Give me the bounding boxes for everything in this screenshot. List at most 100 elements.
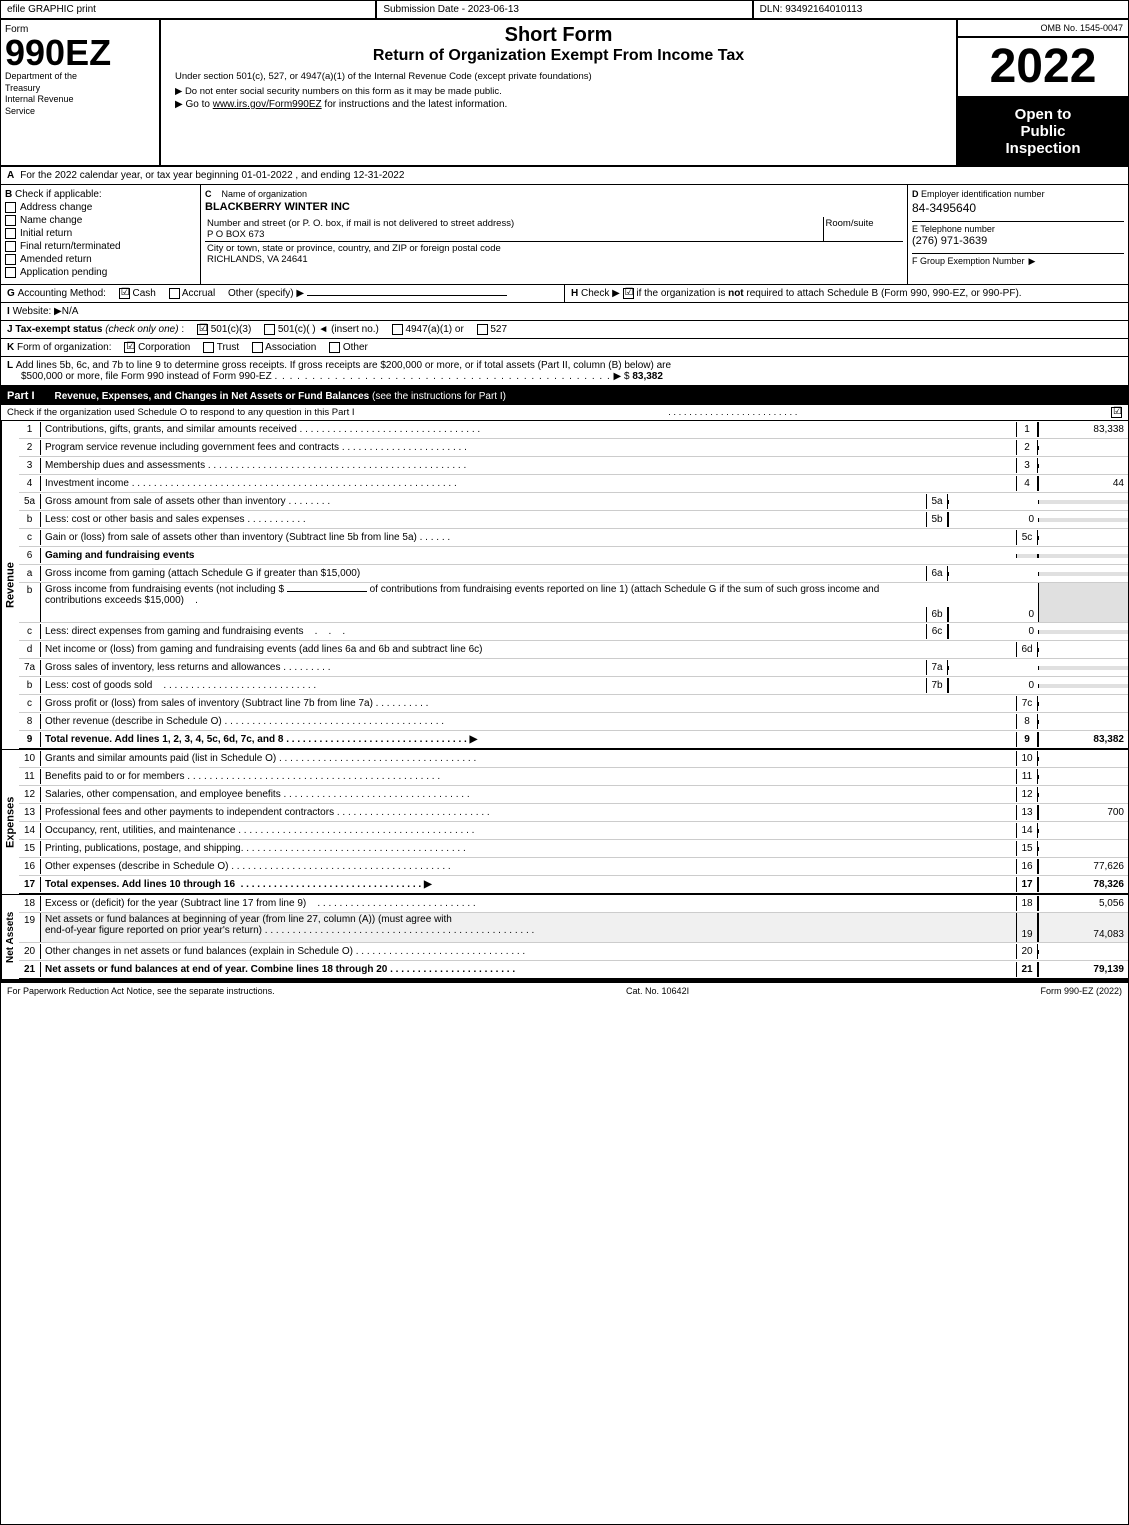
final-return-checkbox[interactable]	[5, 241, 16, 252]
row5a-value	[1038, 500, 1128, 504]
row1-num: 1	[19, 422, 41, 437]
checkbox-address-change[interactable]: Address change	[5, 202, 196, 213]
row5b-label: Less: cost or other basis and sales expe…	[41, 513, 926, 526]
j-527-label: 527	[490, 324, 507, 335]
cash-checkbox-row[interactable]: ☑ Cash	[119, 288, 159, 299]
row7c-linenum: 7c	[1016, 696, 1038, 711]
row7a-value	[1038, 666, 1128, 670]
section-k-text: Form of organization:	[17, 342, 112, 353]
j-501c3-checkbox[interactable]: ☑	[197, 324, 208, 335]
row6c-subvalue: 0	[948, 624, 1038, 639]
app-pending-label: Application pending	[20, 267, 107, 278]
row5c-value	[1038, 536, 1128, 540]
row3-num: 3	[19, 458, 41, 473]
instruction1: Under section 501(c), 527, or 4947(a)(1)…	[175, 71, 942, 82]
schedule-o-checkbox[interactable]: ☑	[1111, 407, 1122, 418]
j-527-checkbox[interactable]	[477, 324, 488, 335]
row21-value: 79,139	[1038, 962, 1128, 977]
j-4947-row[interactable]: 4947(a)(1) or	[392, 324, 467, 335]
accrual-checkbox[interactable]	[169, 288, 180, 299]
initial-return-checkbox[interactable]	[5, 228, 16, 239]
row10-linenum: 10	[1016, 751, 1038, 766]
k-other-checkbox[interactable]	[329, 342, 340, 353]
revenue-side-label: Revenue	[1, 421, 19, 749]
public-text: Public	[963, 123, 1123, 140]
j-527-row[interactable]: 527	[477, 324, 507, 335]
row3-value	[1038, 464, 1128, 468]
ein-value: 84-3495640	[912, 201, 1124, 215]
row7b-label: Less: cost of goods sold . . . . . . . .…	[41, 679, 926, 692]
row3-linenum: 3	[1016, 458, 1038, 473]
checkbox-initial-return[interactable]: Initial return	[5, 228, 196, 239]
k-trust-label: Trust	[217, 342, 239, 353]
org-name: BLACKBERRY WINTER INC	[205, 201, 903, 213]
address-change-checkbox[interactable]	[5, 202, 16, 213]
row9-value: 83,382	[1038, 732, 1128, 747]
row6c-subnum: 6c	[926, 624, 948, 639]
row6c-num: c	[19, 624, 41, 639]
j-501c-checkbox[interactable]	[264, 324, 275, 335]
part1-title: Revenue, Expenses, and Changes in Net As…	[55, 391, 506, 402]
row7a-label: Gross sales of inventory, less returns a…	[41, 661, 926, 674]
omb-number: OMB No. 1545-0047	[958, 20, 1128, 38]
row10-value	[1038, 757, 1128, 761]
k-corp-checkbox[interactable]: ☑	[124, 342, 135, 353]
dept-info: Department of the Treasury Internal Reve…	[5, 71, 77, 118]
row21-linenum: 21	[1016, 962, 1038, 977]
open-inspection-box: Open to Public Inspection	[958, 98, 1128, 165]
row13-value: 700	[1038, 805, 1128, 820]
checkbox-name-change[interactable]: Name change	[5, 215, 196, 226]
row17-num: 17	[19, 877, 41, 892]
accrual-checkbox-row[interactable]: Accrual	[169, 288, 218, 299]
row12-linenum: 12	[1016, 787, 1038, 802]
row11-num: 11	[19, 769, 41, 784]
row7b-subnum: 7b	[926, 678, 948, 693]
row4-num: 4	[19, 476, 41, 491]
section-a-label: A	[7, 170, 14, 181]
k-other-row[interactable]: Other	[329, 342, 368, 353]
name-change-checkbox[interactable]	[5, 215, 16, 226]
initial-return-label: Initial return	[20, 228, 72, 239]
section-h-text: Check ▶	[581, 288, 623, 299]
amended-return-checkbox[interactable]	[5, 254, 16, 265]
other-specify-field[interactable]	[307, 295, 507, 296]
tax-year: 2022	[958, 38, 1128, 98]
row6b-num: b	[19, 583, 41, 622]
k-trust-checkbox[interactable]	[203, 342, 214, 353]
row2-value	[1038, 446, 1128, 450]
row14-linenum: 14	[1016, 823, 1038, 838]
checkbox-final-return[interactable]: Final return/terminated	[5, 241, 196, 252]
app-pending-checkbox[interactable]	[5, 267, 16, 278]
row1-linenum: 1	[1016, 422, 1038, 437]
row15-value	[1038, 847, 1128, 851]
accounting-method-label: Accounting Method:	[18, 288, 106, 299]
j-501c-row[interactable]: 501(c)( ) ◄ (insert no.)	[264, 324, 382, 335]
form-ref: Form 990-EZ (2022)	[1040, 986, 1122, 996]
section-l-label: L	[7, 360, 16, 371]
part1-label: Part I	[7, 390, 35, 402]
section-h-label: H	[571, 288, 581, 299]
j-4947-checkbox[interactable]	[392, 324, 403, 335]
row5a-subnum: 5a	[926, 494, 948, 509]
row5b-num: b	[19, 512, 41, 527]
checkbox-amended-return[interactable]: Amended return	[5, 254, 196, 265]
k-corp-row[interactable]: ☑ Corporation	[124, 342, 193, 353]
k-assoc-checkbox[interactable]	[252, 342, 263, 353]
row9-num: 9	[19, 732, 41, 747]
row21-num: 21	[19, 962, 41, 977]
row5a-subvalue	[948, 500, 1038, 504]
k-assoc-row[interactable]: Association	[252, 342, 319, 353]
row19-label: Net assets or fund balances at beginning…	[41, 913, 1016, 942]
row9-label: Total revenue. Add lines 1, 2, 3, 4, 5c,…	[41, 733, 1016, 746]
h-checkbox[interactable]: ☑	[623, 288, 634, 299]
k-trust-row[interactable]: Trust	[203, 342, 242, 353]
row6a-value	[1038, 572, 1128, 576]
section-i-text: Website: ▶N/A	[13, 306, 79, 317]
row6a-label: Gross income from gaming (attach Schedul…	[41, 567, 926, 580]
row5a-num: 5a	[19, 494, 41, 509]
row8-linenum: 8	[1016, 714, 1038, 729]
row5b-value	[1038, 518, 1128, 522]
j-501c3-row[interactable]: ☑ 501(c)(3)	[197, 324, 254, 335]
section-c-label: C	[205, 189, 212, 199]
checkbox-app-pending[interactable]: Application pending	[5, 267, 196, 278]
